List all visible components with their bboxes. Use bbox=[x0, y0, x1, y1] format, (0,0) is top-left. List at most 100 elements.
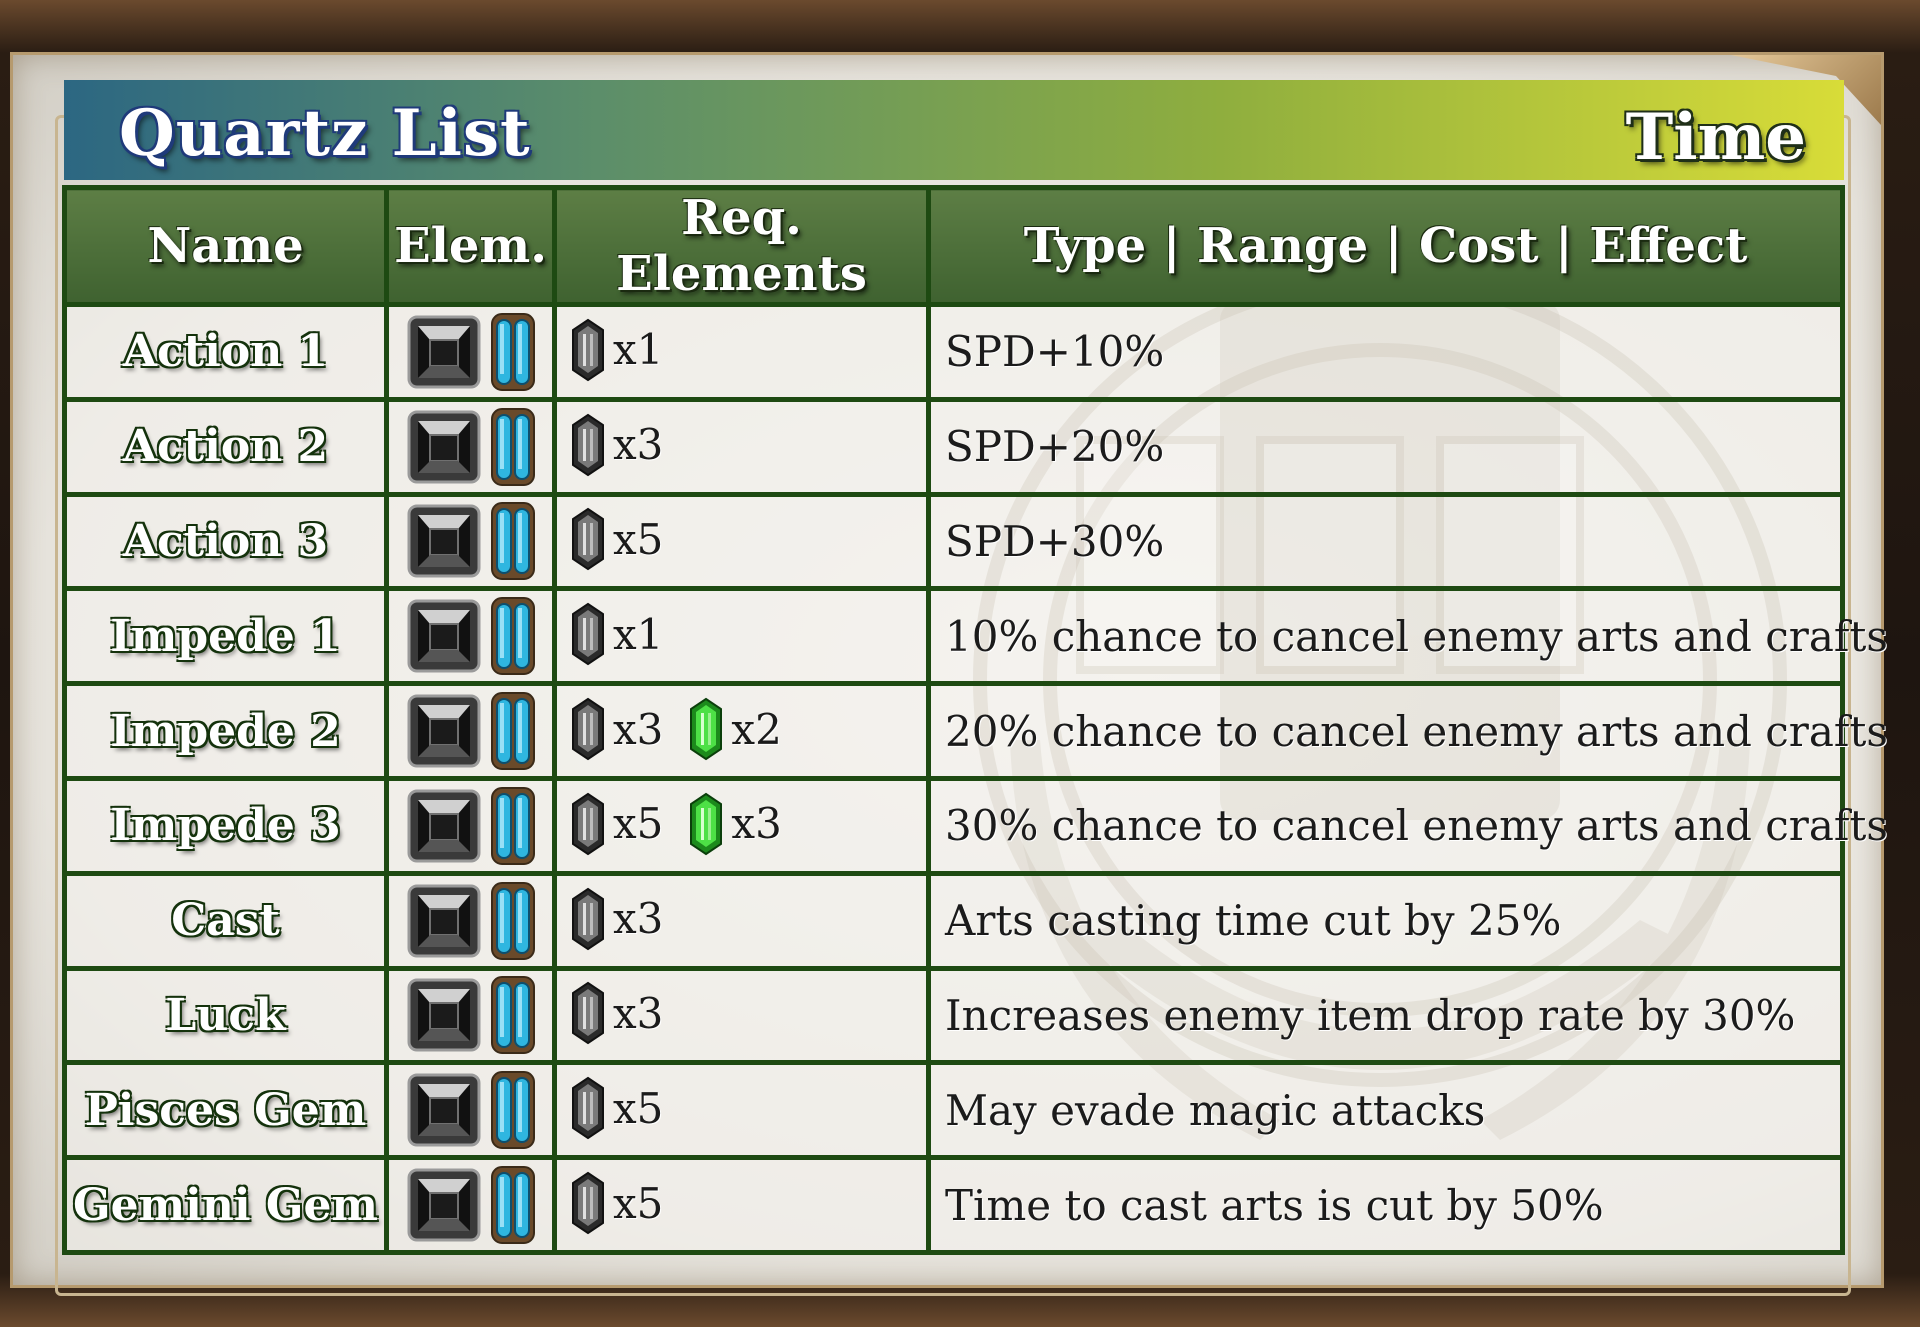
req-count: x5 bbox=[613, 514, 664, 564]
black-time-quartz-icon bbox=[406, 503, 482, 579]
elem-cell bbox=[384, 681, 557, 781]
req-elements-cell: x1 bbox=[552, 302, 931, 402]
quartz-name: Impede 2 bbox=[62, 681, 389, 781]
title-bar: Quartz List Time bbox=[64, 80, 1844, 180]
quartz-effect: Time to cast arts is cut by 50% bbox=[926, 1155, 1845, 1255]
time-gem-icon bbox=[571, 697, 605, 761]
table-row: Cast x3 Arts casting time cut by 25% bbox=[62, 870, 1845, 971]
quartz-effect: Arts casting time cut by 25% bbox=[926, 870, 1845, 971]
req-element: x2 bbox=[689, 697, 782, 761]
quartz-effect: SPD+10% bbox=[926, 302, 1845, 402]
req-element: x1 bbox=[571, 318, 663, 382]
req-element: x5 bbox=[571, 1076, 663, 1140]
black-time-quartz-icon bbox=[406, 314, 482, 390]
element-category: Time bbox=[1625, 100, 1806, 175]
elem-cell bbox=[384, 396, 557, 497]
req-element: x3 bbox=[571, 697, 663, 761]
req-count: x2 bbox=[731, 704, 782, 754]
time-gem-icon bbox=[571, 1076, 605, 1140]
blue-slot-icon bbox=[490, 501, 536, 581]
elem-cell bbox=[384, 775, 557, 876]
black-time-quartz-icon bbox=[406, 883, 482, 959]
quartz-effect: May evade magic attacks bbox=[926, 1060, 1845, 1161]
table-row: Gemini Gem x5 Time to cast arts is cut by … bbox=[62, 1155, 1845, 1255]
req-element: x1 bbox=[571, 602, 663, 666]
req-elements-cell: x3 bbox=[552, 965, 931, 1066]
quartz-effect: SPD+20% bbox=[926, 396, 1845, 497]
req-element: x3 bbox=[571, 413, 663, 477]
req-element: x3 bbox=[689, 792, 782, 856]
req-element: x5 bbox=[571, 792, 663, 856]
header-req: Req. Elements bbox=[552, 185, 931, 307]
req-element: x5 bbox=[571, 507, 663, 571]
req-elements-cell: x5 bbox=[552, 1060, 931, 1161]
blue-slot-icon bbox=[490, 786, 536, 866]
black-time-quartz-icon bbox=[406, 409, 482, 485]
blue-slot-icon bbox=[490, 881, 536, 961]
blue-slot-icon bbox=[490, 1165, 536, 1245]
table-row: Luck x3 Increases enemy item drop rate by … bbox=[62, 965, 1845, 1066]
req-elements-cell: x5 bbox=[552, 491, 931, 592]
time-gem-icon bbox=[571, 792, 605, 856]
req-elements-cell: x5 x3 bbox=[552, 775, 931, 876]
elem-cell bbox=[384, 1060, 557, 1161]
quartz-effect: 10% chance to cancel enemy arts and craf… bbox=[926, 586, 1888, 687]
blue-slot-icon bbox=[490, 312, 536, 392]
header-elem: Elem. bbox=[384, 185, 557, 307]
time-gem-icon bbox=[571, 507, 605, 571]
table-row: Pisces Gem x5 May evade magic attacks bbox=[62, 1060, 1845, 1161]
quartz-name: Pisces Gem bbox=[62, 1060, 389, 1161]
table-row: Action 1 x1 SPD+10% bbox=[62, 302, 1845, 402]
black-time-quartz-icon bbox=[406, 1072, 482, 1148]
req-element: x5 bbox=[571, 1171, 663, 1235]
time-gem-icon bbox=[571, 413, 605, 477]
blue-slot-icon bbox=[490, 975, 536, 1055]
quartz-name: Action 3 bbox=[62, 491, 389, 592]
table-row: Impede 3 x5 x3 30% chance to cancel enemy a… bbox=[62, 775, 1888, 876]
black-time-quartz-icon bbox=[406, 693, 482, 769]
wind-gem-icon bbox=[689, 792, 723, 856]
black-time-quartz-icon bbox=[406, 1167, 482, 1243]
quartz-name: Cast bbox=[62, 870, 389, 971]
quartz-effect: Increases enemy item drop rate by 30% bbox=[926, 965, 1845, 1066]
elem-cell bbox=[384, 586, 557, 687]
blue-slot-icon bbox=[490, 596, 536, 676]
quartz-effect: 30% chance to cancel enemy arts and craf… bbox=[926, 775, 1888, 876]
elem-cell bbox=[384, 870, 557, 971]
black-time-quartz-icon bbox=[406, 788, 482, 864]
quartz-name: Impede 1 bbox=[62, 586, 389, 687]
req-count: x5 bbox=[613, 1178, 664, 1228]
blue-slot-icon bbox=[490, 1070, 536, 1150]
wind-gem-icon bbox=[689, 697, 723, 761]
quartz-effect: 20% chance to cancel enemy arts and craf… bbox=[926, 681, 1888, 781]
table-row: Impede 2 x3 x2 20% chance to cancel enemy a… bbox=[62, 681, 1888, 781]
time-gem-icon bbox=[571, 602, 605, 666]
elem-cell bbox=[384, 302, 557, 402]
time-gem-icon bbox=[571, 318, 605, 382]
req-elements-cell: x3 x2 bbox=[552, 681, 931, 781]
blue-slot-icon bbox=[490, 691, 536, 771]
time-gem-icon bbox=[571, 887, 605, 951]
req-element: x3 bbox=[571, 887, 663, 951]
req-count: x3 bbox=[613, 704, 664, 754]
elem-cell bbox=[384, 491, 557, 592]
quartz-name: Action 1 bbox=[62, 302, 389, 402]
req-elements-cell: x3 bbox=[552, 396, 931, 497]
black-time-quartz-icon bbox=[406, 977, 482, 1053]
table-row: Impede 1 x1 10% chance to cancel enemy art… bbox=[62, 586, 1888, 687]
table-row: Action 2 x3 SPD+20% bbox=[62, 396, 1845, 497]
req-count: x3 bbox=[731, 799, 782, 849]
quartz-effect: SPD+30% bbox=[926, 491, 1845, 592]
quartz-name: Impede 3 bbox=[62, 775, 389, 876]
req-element: x3 bbox=[571, 981, 663, 1045]
req-count: x3 bbox=[613, 420, 664, 470]
req-elements-cell: x5 bbox=[552, 1155, 931, 1255]
req-count: x1 bbox=[613, 325, 664, 375]
req-count: x3 bbox=[613, 894, 664, 944]
elem-cell bbox=[384, 1155, 557, 1255]
req-count: x5 bbox=[613, 799, 664, 849]
req-count: x1 bbox=[613, 609, 664, 659]
time-gem-icon bbox=[571, 981, 605, 1045]
req-elements-cell: x1 bbox=[552, 586, 931, 687]
table-row: Action 3 x5 SPD+30% bbox=[62, 491, 1845, 592]
